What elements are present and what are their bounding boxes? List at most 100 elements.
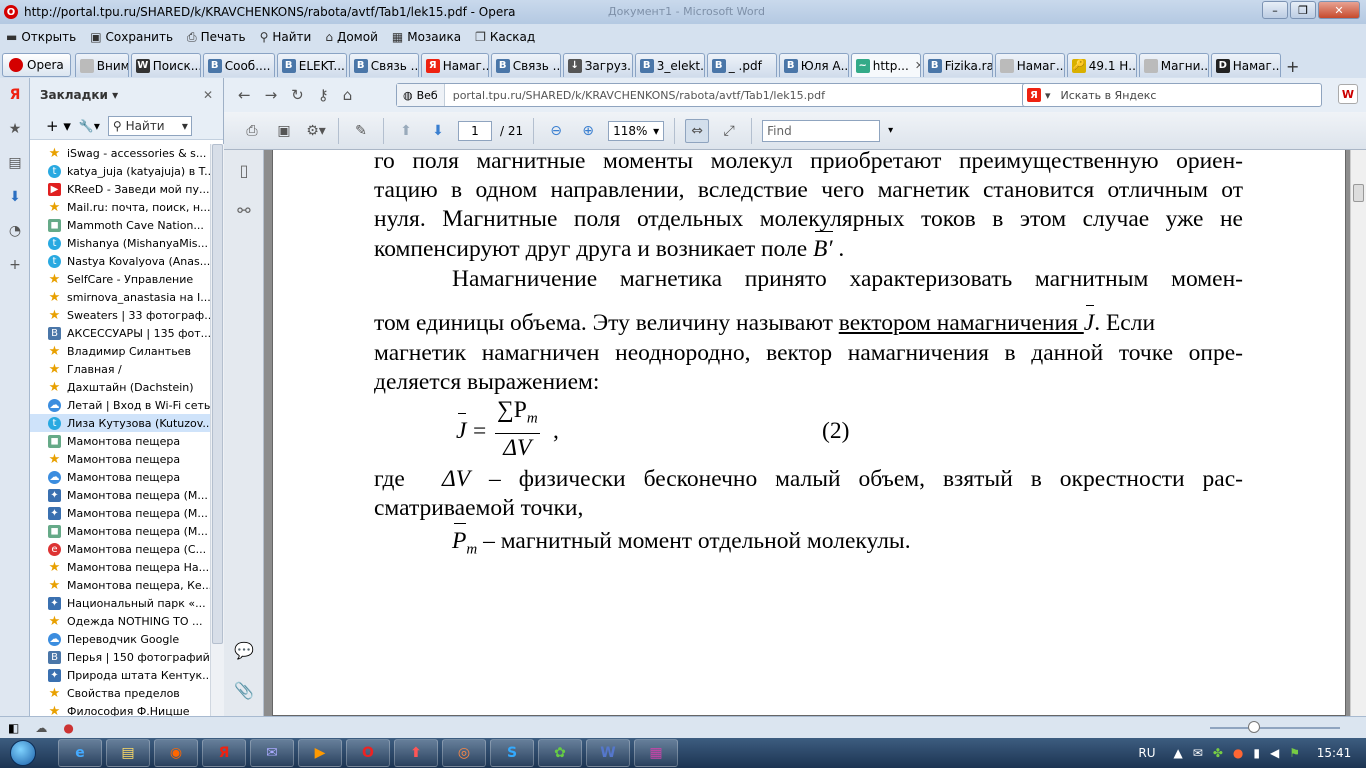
bookmark-item[interactable]: ★ smirnova_anastasia на I... (30, 288, 210, 306)
volume-icon[interactable]: ◀ (1270, 746, 1279, 760)
save-icon[interactable]: ▣ (272, 119, 296, 143)
tab[interactable]: B _ .pdf (706, 53, 777, 77)
bookmark-item[interactable]: ☁ Мамонтова пещера (30, 468, 210, 486)
bookmarks-scrollbar[interactable] (210, 144, 224, 716)
language-indicator[interactable]: RU (1138, 746, 1155, 760)
bookmark-item[interactable]: t Nastya Kovalyova (Anas... (30, 252, 210, 270)
bookmark-item[interactable]: e Мамонтова пещера (С... (30, 540, 210, 558)
tab[interactable]: 🔑 49.1 Н... (1066, 53, 1137, 77)
add-panel-icon[interactable]: + (0, 248, 30, 282)
bookmark-item[interactable]: ★ Мамонтова пещера, Ке... (30, 576, 210, 594)
open-button[interactable]: ▬ Открыть (6, 30, 76, 44)
unite-icon[interactable]: ● (63, 721, 73, 735)
taskbar-app-агент-icon[interactable]: ✿ (538, 739, 582, 767)
flag-icon[interactable]: ⚑ (1289, 746, 1300, 760)
taskbar-app-opera-icon[interactable]: O (346, 739, 390, 767)
bookmark-item[interactable]: ★ Главная / (30, 360, 210, 378)
bookmark-item[interactable]: ☁ Переводчик Google (30, 630, 210, 648)
reload-icon[interactable]: ↻ (291, 86, 304, 104)
bookmark-item[interactable]: B Перья | 150 фотографий (30, 648, 210, 666)
bookmark-item[interactable]: ★ iSwag - accessories & s... (30, 144, 210, 162)
taskbar-app-word-icon[interactable]: W (586, 739, 630, 767)
tab[interactable]: ↓Загруз... (562, 53, 633, 77)
start-button[interactable] (0, 738, 46, 768)
taskbar-app-aurora-icon[interactable]: ◎ (442, 739, 486, 767)
taskbar-app-загрузка-icon[interactable]: ⬆ (394, 739, 438, 767)
tab[interactable]: W Поиск... (130, 53, 201, 77)
mail-icon[interactable]: ✉ (1193, 746, 1203, 760)
comments-icon[interactable]: 💬 (224, 630, 264, 670)
bookmarks-title[interactable]: Закладки ▾ (40, 88, 118, 102)
notes-panel-icon[interactable]: ▤ (0, 146, 30, 180)
bookmark-item[interactable]: ★ Мамонтова пещера (30, 450, 210, 468)
tab[interactable]: B ELEKT... (276, 53, 347, 77)
tab[interactable]: B Сооб.... (202, 53, 275, 77)
print-button[interactable]: ⎙ Печать (187, 30, 246, 45)
bookmark-item[interactable]: ▶ KReeD - Заведи мой пу... (30, 180, 210, 198)
find-button[interactable]: ⚲ Найти (260, 30, 312, 44)
tile-button[interactable]: ▦ Мозаика (392, 30, 461, 44)
history-panel-icon[interactable]: ◔ (0, 214, 30, 248)
next-page-icon[interactable]: ⬇ (426, 119, 450, 143)
bookmark-item[interactable]: t katya_juja (katyajuja) в T... (30, 162, 210, 180)
bookmark-item[interactable]: ★ Владимир Силантьев (30, 342, 210, 360)
close-tab-icon[interactable]: ✕ (915, 59, 920, 72)
forward-icon[interactable]: → (265, 86, 278, 104)
address-bar[interactable]: ◍ Веб portal.tpu.ru/SHARED/k/KRAVCHENKONS… (396, 83, 1040, 107)
bookmark-item[interactable]: ★ Свойства пределов (30, 684, 210, 702)
bookmark-item[interactable]: ☁ Летай | Вход в Wi-Fi сеть (30, 396, 210, 414)
bookmarks-panel-icon[interactable]: ★ (0, 112, 30, 146)
fit-page-icon[interactable]: ⤢ (717, 119, 741, 143)
new-tab-button[interactable]: + (1283, 55, 1303, 77)
bookmark-item[interactable]: ✦ Национальный парк «... (30, 594, 210, 612)
add-bookmark-icon[interactable]: + ▾ (46, 117, 71, 135)
pdf-scrollbar[interactable] (1350, 150, 1366, 716)
bookmark-item[interactable]: ★ Дахштайн (Dachstein) (30, 378, 210, 396)
bookmark-item[interactable]: ◼ Мамонтова пещера (М... (30, 522, 210, 540)
print-icon[interactable]: ⎙ (240, 119, 264, 143)
tab[interactable]: ~http... ✕ (850, 53, 921, 77)
opera-menu-button[interactable]: Opera (2, 53, 71, 77)
zoom-in-icon[interactable]: ⊕ (576, 119, 600, 143)
bookmark-item[interactable]: ★ Mail.ru: почта, поиск, н... (30, 198, 210, 216)
tab[interactable]: B3_elekt... (634, 53, 705, 77)
network-icon[interactable]: ▮ (1253, 746, 1260, 760)
bookmark-item[interactable]: ✦ Мамонтова пещера (М... (30, 504, 210, 522)
zoom-out-icon[interactable]: ⊖ (544, 119, 568, 143)
taskbar-app-skype-icon[interactable]: S (490, 739, 534, 767)
bookmark-item[interactable]: ★ Sweaters | 33 фотограф... (30, 306, 210, 324)
bookmark-item[interactable]: ★ Одежда NOTHING TO ... (30, 612, 210, 630)
bookmark-item[interactable]: ◼ Мамонтова пещера (30, 432, 210, 450)
zoom-slider-handle[interactable] (1248, 721, 1260, 733)
taskbar-app-проводник-icon[interactable]: ▤ (106, 739, 150, 767)
minimize-button[interactable]: – (1262, 1, 1288, 19)
bookmark-item[interactable]: t Лиза Кутузова (Kutuzov... (30, 414, 210, 432)
share-icon[interactable]: ⚙▾ (304, 119, 328, 143)
tab[interactable]: B Связь ... (348, 53, 419, 77)
taskbar-app-почта-icon[interactable]: ✉ (250, 739, 294, 767)
tab[interactable]: Магни... (1138, 53, 1209, 77)
close-icon[interactable]: ✕ (203, 88, 213, 102)
back-icon[interactable]: ← (238, 86, 251, 104)
previous-page-icon[interactable]: ⬆ (394, 119, 418, 143)
turbo-icon[interactable]: ☁ (35, 721, 47, 735)
yandex-panel-icon[interactable]: Я (0, 78, 30, 112)
panel-toggle-icon[interactable]: ◧ (8, 721, 19, 735)
bookmark-item[interactable]: B АКСЕССУАРЫ | 135 фот... (30, 324, 210, 342)
tab[interactable]: Внима... (74, 53, 129, 77)
wot-icon[interactable]: W (1338, 84, 1358, 104)
tab[interactable]: BFizika.rar (922, 53, 993, 77)
clock[interactable]: 15:41 (1310, 746, 1358, 760)
clover-icon[interactable]: ✤ (1213, 746, 1223, 760)
close-button[interactable]: ✕ (1318, 1, 1360, 19)
home-icon[interactable]: ⌂ (343, 86, 353, 104)
tab[interactable]: D Намаг... (1210, 53, 1281, 77)
tray-expand-icon[interactable]: ▲ (1174, 746, 1183, 760)
bookmark-item[interactable]: ✦ Природа штата Кентук... (30, 666, 210, 684)
taskbar-app-chrome-icon[interactable]: ◉ (154, 739, 198, 767)
bookmark-item[interactable]: ◼ Mammoth Cave Nation... (30, 216, 210, 234)
key-icon[interactable]: ⚷ (318, 86, 329, 104)
bookmark-item[interactable]: ★ SelfCare - Управление (30, 270, 210, 288)
zoom-slider[interactable] (1210, 727, 1340, 729)
binoculars-icon[interactable]: ⚯ (224, 190, 264, 230)
